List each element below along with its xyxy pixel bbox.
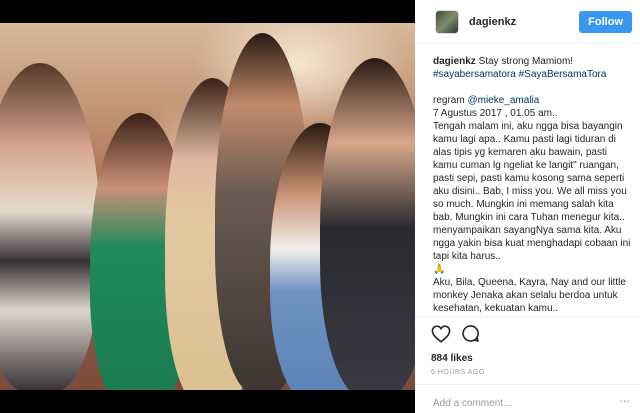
- photo-pane: [0, 0, 415, 413]
- caption-username[interactable]: dagienkz: [433, 56, 476, 67]
- post-header: dagienkz Follow: [415, 0, 640, 44]
- post-body-text: Tengah malam ini, aku ngga bisa bayangin…: [433, 121, 631, 262]
- caption: dagienkz Stay strong Mamiom! #sayabersam…: [433, 55, 632, 81]
- caption-text: Stay strong Mamiom!: [478, 56, 574, 67]
- heart-outline-icon[interactable]: [431, 324, 451, 348]
- comments-list: dagienkz Stay strong Mamiom! #sayabersam…: [415, 44, 640, 316]
- avatar[interactable]: [435, 9, 459, 34]
- post-body-text-2: Aku, Bila, Queena, Kayra, Nay and our li…: [433, 277, 626, 314]
- post-sidebar: dagienkz Follow dagienkz Stay strong Mam…: [415, 0, 640, 413]
- add-comment-bar: ...: [415, 384, 640, 413]
- post-time-ago: 6 HOURS AGO: [431, 369, 485, 376]
- post-date-line: 7 Agustus 2017 , 01.05 am..: [433, 108, 558, 119]
- likes-count[interactable]: 884 likes: [431, 353, 640, 364]
- post-actions: 884 likes 6 HOURS AGO: [415, 316, 640, 376]
- more-dots-icon[interactable]: ...: [619, 391, 630, 413]
- username[interactable]: dagienkz: [469, 16, 579, 28]
- regram-user-link[interactable]: @mieke_amalia: [467, 95, 539, 106]
- regram-prefix: regram: [433, 95, 465, 106]
- caption-hashtags[interactable]: #sayabersamatora #SayaBersamaTora: [433, 69, 606, 80]
- speech-bubble-icon[interactable]: [461, 324, 480, 348]
- regram-block: regram @mieke_amalia 7 Agustus 2017 , 01…: [433, 94, 632, 315]
- action-icons: [431, 324, 640, 348]
- comment-input[interactable]: [433, 393, 603, 413]
- post-photo[interactable]: [0, 23, 415, 390]
- follow-button[interactable]: Follow: [579, 10, 632, 33]
- prayer-emoji-icon: 🙏: [433, 264, 446, 275]
